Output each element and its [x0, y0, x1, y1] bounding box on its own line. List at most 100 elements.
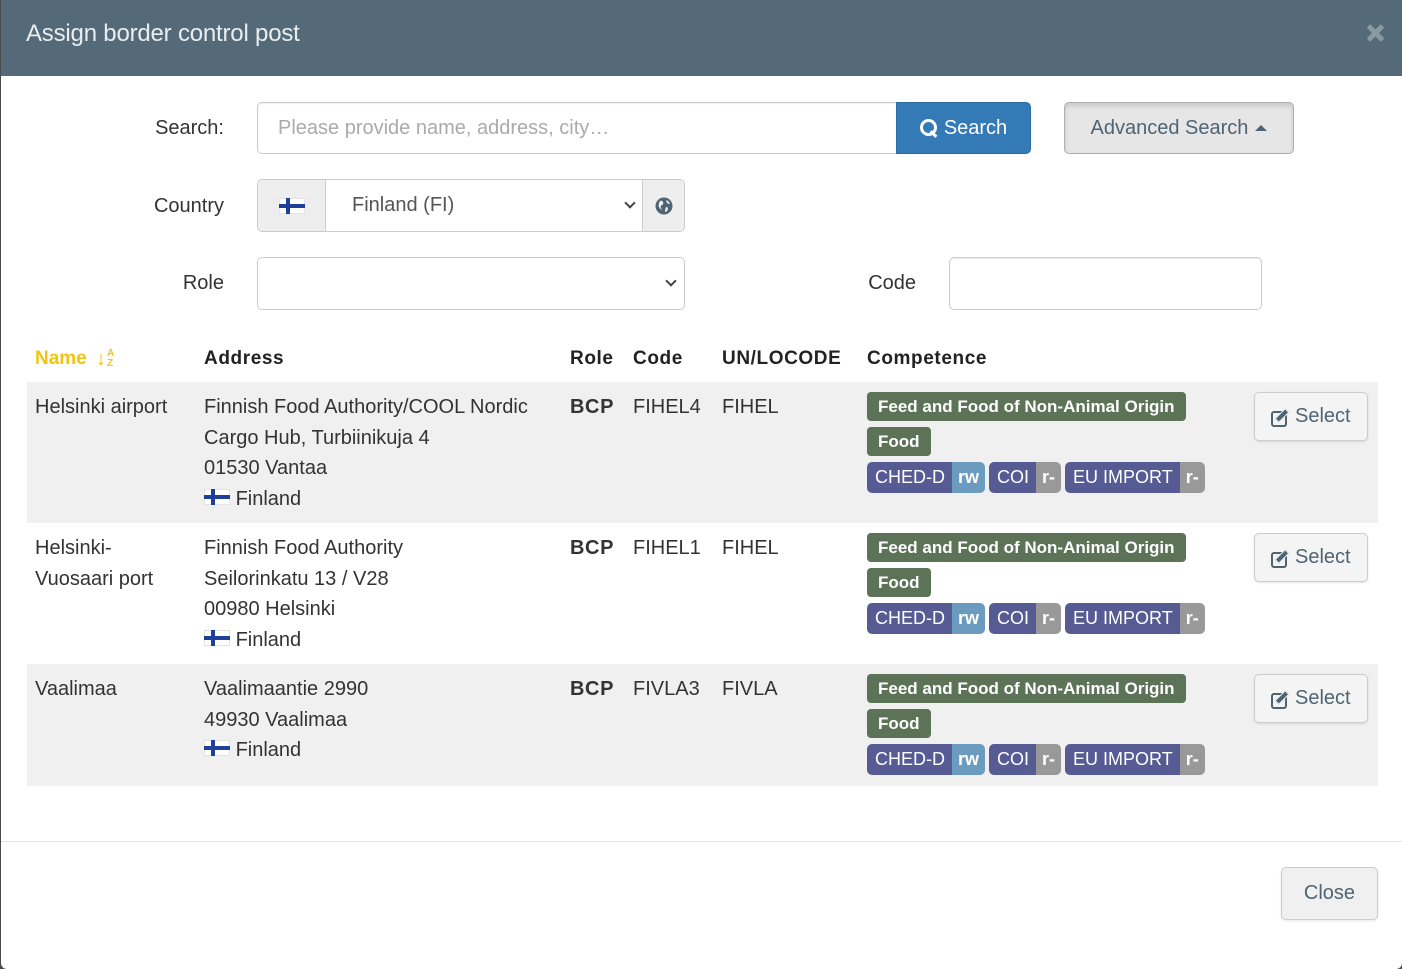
permission-badge: COI r-	[989, 603, 1062, 634]
address-line: Finnish Food Authority/COOL Nordic	[204, 396, 528, 418]
edit-icon	[1271, 408, 1289, 427]
table-row: Helsinki-Vuosaari port Finnish Food Auth…	[27, 523, 1378, 664]
search-label: Search:	[155, 117, 224, 139]
country-flag-addon	[258, 180, 326, 231]
table-header-row: Name ↓ AZ Address Role Code UN/LOCODE Co…	[27, 336, 1378, 382]
address-line: Cargo Hub, Turbiinikuja 4	[204, 426, 430, 449]
assign-bcp-dialog: Assign border control post Search: Searc…	[1, 0, 1402, 969]
bcp-competence: Feed and Food of Non-Animal Origin Food CH…	[859, 382, 1246, 523]
permission-name: CHED-D	[867, 462, 952, 493]
finland-flag-icon	[278, 197, 305, 214]
globe-button[interactable]	[642, 180, 684, 231]
select-button-label: Select	[1295, 405, 1351, 427]
address-line: 00980 Helsinki	[204, 598, 336, 620]
bcp-actions: Select	[1246, 523, 1378, 664]
permission-name: EU IMPORT	[1065, 744, 1180, 775]
finland-flag-icon	[204, 629, 230, 646]
chevron-down-icon	[665, 275, 677, 287]
bcp-address: Vaalimaantie 2990 49930 Vaalimaa Finland	[196, 664, 562, 786]
search-input[interactable]	[257, 102, 897, 154]
results-table: Name ↓ AZ Address Role Code UN/LOCODE Co…	[27, 336, 1378, 786]
bcp-role: BCP	[562, 382, 625, 523]
bcp-actions: Select	[1246, 382, 1378, 523]
address-line: Vaalimaantie 2990	[204, 678, 369, 700]
advanced-search-button[interactable]: Advanced Search	[1064, 102, 1294, 154]
bcp-unlocode: FIVLA	[714, 664, 859, 786]
select-button[interactable]: Select	[1254, 392, 1368, 441]
column-header-competence[interactable]: Competence	[859, 336, 1246, 382]
caret-up-icon	[1255, 125, 1268, 131]
country-label: Country	[153, 195, 224, 217]
column-header-code[interactable]: Code	[625, 336, 714, 382]
bcp-name: Helsinki airport	[27, 382, 196, 523]
competence-category-badge: Feed and Food of Non-Animal Origin	[867, 392, 1186, 421]
country-select[interactable]: Finland (FI)	[326, 180, 642, 231]
role-label: Role	[182, 272, 224, 294]
select-button-label: Select	[1295, 687, 1351, 709]
finland-flag-icon	[204, 740, 230, 756]
permission-name: EU IMPORT	[1065, 462, 1180, 493]
permission-badge: EU IMPORT r-	[1065, 603, 1205, 634]
dialog-header: Assign border control post	[1, 0, 1402, 76]
competence-category-badge: Feed and Food of Non-Animal Origin	[867, 533, 1186, 562]
code-input[interactable]	[949, 257, 1262, 310]
close-icon[interactable]	[1364, 22, 1386, 44]
permission-badge: CHED-D rw	[867, 462, 986, 493]
permission-access: r-	[1179, 603, 1205, 634]
permission-access: r-	[1179, 462, 1205, 493]
bcp-code: FIHEL1	[625, 523, 714, 664]
country-select-value: Finland (FI)	[352, 194, 455, 216]
column-header-unlocode[interactable]: UN/LOCODE	[714, 336, 859, 382]
column-header-name-label: Name	[35, 348, 87, 369]
bcp-country: Finland	[204, 625, 554, 656]
bcp-actions: Select	[1246, 664, 1378, 786]
address-line: Finnish Food Authority	[204, 537, 403, 559]
bcp-address: Finnish Food Authority/COOL Nordic Cargo …	[196, 382, 562, 523]
column-header-name[interactable]: Name ↓ AZ	[27, 336, 196, 382]
competence-category-badge: Food	[867, 427, 931, 456]
permission-badge: CHED-D rw	[867, 744, 986, 775]
column-header-actions	[1246, 336, 1378, 382]
bcp-country: Finland	[204, 484, 554, 515]
permission-name: CHED-D	[867, 744, 952, 775]
permission-name: CHED-D	[867, 603, 952, 634]
select-button[interactable]: Select	[1254, 674, 1368, 723]
competence-category-badge: Feed and Food of Non-Animal Origin	[867, 674, 1186, 703]
bcp-competence: Feed and Food of Non-Animal Origin Food CH…	[859, 523, 1246, 664]
select-button-label: Select	[1295, 546, 1351, 568]
bcp-code: FIVLA3	[625, 664, 714, 786]
permission-name: EU IMPORT	[1065, 603, 1180, 634]
permission-badge: EU IMPORT r-	[1065, 462, 1205, 493]
sort-alpha-asc-icon: ↓ AZ	[96, 347, 115, 370]
table-row: Vaalimaa Vaalimaantie 2990 49930 Vaalimaa…	[27, 664, 1378, 786]
permission-name: COI	[989, 603, 1037, 634]
column-header-address[interactable]: Address	[196, 336, 562, 382]
chevron-down-icon	[624, 197, 636, 209]
permission-access: r-	[1036, 462, 1062, 493]
address-line: 49930 Vaalimaa	[204, 708, 348, 731]
address-line: 01530 Vantaa	[204, 457, 328, 479]
role-select[interactable]	[257, 257, 685, 310]
globe-icon	[655, 197, 672, 214]
permission-badge: EU IMPORT r-	[1065, 744, 1205, 775]
search-button[interactable]: Search	[896, 102, 1031, 154]
close-button[interactable]: Close	[1281, 867, 1378, 920]
permission-access: rw	[952, 744, 986, 775]
bcp-role: BCP	[562, 664, 625, 786]
permission-badge: COI r-	[989, 744, 1062, 775]
bcp-code: FIHEL4	[625, 382, 714, 523]
permission-access: r-	[1036, 603, 1062, 634]
select-button[interactable]: Select	[1254, 533, 1368, 582]
footer-divider	[1, 841, 1402, 842]
search-button-label: Search	[943, 116, 1008, 139]
permission-name: COI	[989, 744, 1037, 775]
permission-access: rw	[952, 462, 986, 493]
bcp-unlocode: FIHEL	[714, 382, 859, 523]
column-header-role[interactable]: Role	[562, 336, 625, 382]
table-row: Helsinki airport Finnish Food Authority/…	[27, 382, 1378, 523]
search-icon	[919, 119, 938, 137]
bcp-unlocode: FIHEL	[714, 523, 859, 664]
advanced-search-label: Advanced Search	[1090, 116, 1249, 139]
country-selector: Finland (FI)	[257, 179, 685, 232]
competence-category-badge: Food	[867, 709, 931, 738]
